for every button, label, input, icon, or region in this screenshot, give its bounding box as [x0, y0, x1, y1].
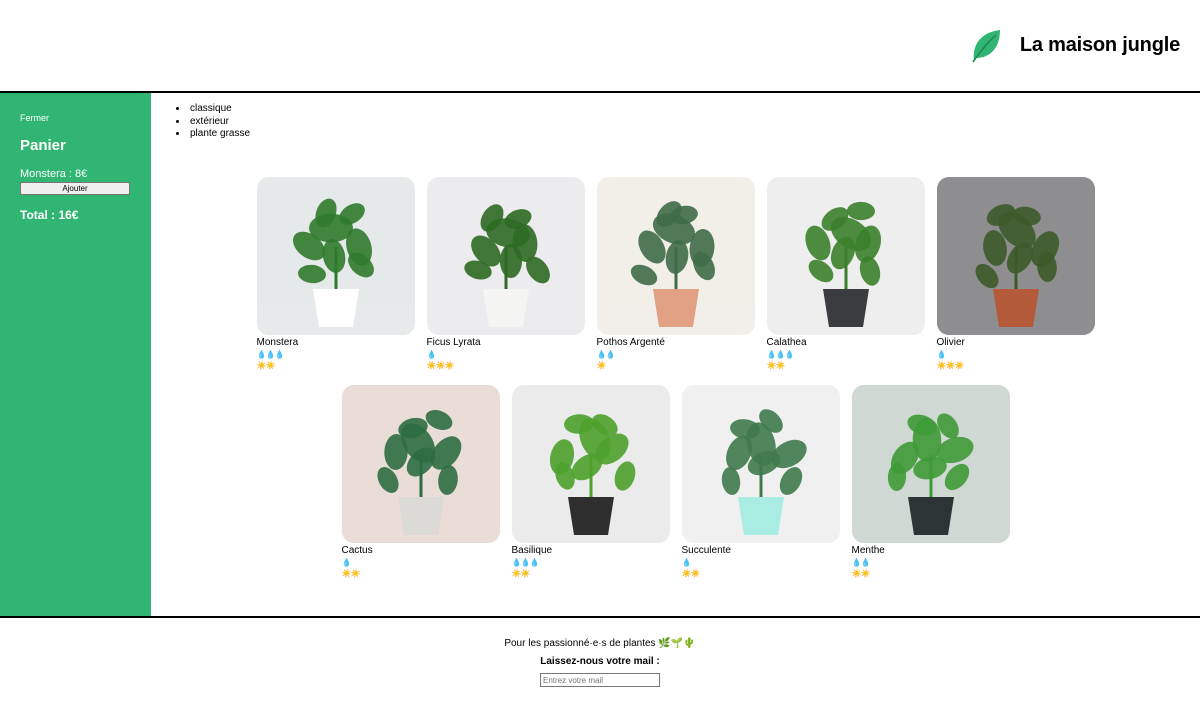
plant-card[interactable]: Ficus Lyrata 💧 ☀️☀️☀️ [426, 177, 585, 385]
plant-name: Menthe [851, 545, 885, 556]
cart-item: Monstera : 8€ [20, 168, 88, 180]
footer-tagline: Pour les passionné·e·s de plantes 🌿🌱🌵 [504, 638, 696, 649]
water-drop-icon: 💧 [529, 558, 539, 567]
sun-icon: ☀️ [860, 569, 870, 578]
plant-photo [766, 177, 925, 335]
light-scale: ☀️☀️ [257, 360, 415, 371]
sun-icon: ☀️ [265, 361, 275, 370]
sun-icon: ☀️ [520, 569, 530, 578]
plant-name: Olivier [936, 337, 965, 348]
water-scale: 💧💧💧 [767, 349, 925, 360]
plant-card[interactable]: Succulente 💧 ☀️☀️ [681, 385, 840, 593]
brand-title: La maison jungle [1019, 33, 1180, 56]
plant-name: Calathea [766, 337, 807, 348]
water-drop-icon: 💧 [860, 558, 870, 567]
cart-sidebar: Fermer Panier Monstera : 8€ Ajouter Tota… [0, 93, 151, 616]
leaf-icon [972, 30, 1000, 63]
plant-name: Pothos Argenté [596, 337, 665, 348]
add-to-cart-button[interactable]: Ajouter [20, 182, 130, 195]
light-scale: ☀️☀️ [682, 568, 840, 579]
water-scale: 💧 [937, 349, 1095, 360]
water-drop-icon: 💧 [605, 350, 615, 359]
light-scale: ☀️☀️ [767, 360, 925, 371]
plant-photo [851, 385, 1010, 543]
light-scale: ☀️ [597, 360, 755, 371]
sun-icon: ☀️ [775, 361, 785, 370]
plant-card[interactable]: Pothos Argenté 💧💧 ☀️ [596, 177, 755, 385]
water-drop-icon: 💧 [274, 350, 284, 359]
water-scale: 💧 [427, 349, 585, 360]
plant-name: Cactus [341, 545, 373, 556]
plant-photo [256, 177, 415, 335]
header: La maison jungle [0, 0, 1200, 93]
water-drop-icon: 💧 [426, 350, 437, 359]
category-item: extérieur [176, 116, 250, 129]
water-scale: 💧 [342, 557, 500, 568]
main-content: classique extérieur plante grasse Monste… [151, 93, 1200, 616]
category-item: plante grasse [176, 128, 250, 141]
plant-photo [596, 177, 755, 335]
plant-card[interactable]: Cactus 💧 ☀️☀️ [341, 385, 500, 593]
footer-email-label: Laissez-nous votre mail : [540, 656, 660, 667]
cart-close-button[interactable]: Fermer [20, 113, 131, 123]
cart-total: Total : 16€ [20, 208, 79, 222]
sun-icon: ☀️ [350, 569, 360, 578]
light-scale: ☀️☀️☀️ [937, 360, 1095, 371]
water-drop-icon: 💧 [681, 558, 692, 567]
water-drop-icon: 💧 [341, 558, 352, 567]
plant-card[interactable]: Calathea 💧💧💧 ☀️☀️ [766, 177, 925, 385]
plant-name: Succulente [681, 545, 731, 556]
plant-card[interactable]: Olivier 💧 ☀️☀️☀️ [936, 177, 1095, 385]
plant-photo [341, 385, 500, 543]
plant-list: Monstera 💧💧💧 ☀️☀️ Ficus Lyrata 💧 ☀️☀️☀️ Pothos… [151, 177, 1200, 593]
sun-icon: ☀️ [690, 569, 700, 578]
plant-card[interactable]: Basilique 💧💧💧 ☀️☀️ [511, 385, 670, 593]
category-list: classique extérieur plante grasse [176, 103, 250, 141]
plant-photo [681, 385, 840, 543]
water-scale: 💧💧 [597, 349, 755, 360]
plant-photo [426, 177, 585, 335]
plant-name: Basilique [511, 545, 553, 556]
sun-icon: ☀️ [954, 361, 964, 370]
light-scale: ☀️☀️ [852, 568, 1010, 579]
sun-icon: ☀️ [444, 361, 454, 370]
water-drop-icon: 💧 [936, 350, 947, 359]
category-item: classique [176, 103, 250, 116]
plant-photo [511, 385, 670, 543]
water-drop-icon: 💧 [784, 350, 794, 359]
cart-title: Panier [20, 137, 66, 154]
light-scale: ☀️☀️ [512, 568, 670, 579]
brand: La maison jungle [970, 26, 1180, 64]
sun-icon: ☀️ [596, 361, 607, 370]
footer: Pour les passionné·e·s de plantes 🌿🌱🌵 La… [0, 616, 1200, 711]
water-scale: 💧💧💧 [257, 349, 415, 360]
plant-name: Ficus Lyrata [426, 337, 481, 348]
plant-card[interactable]: Monstera 💧💧💧 ☀️☀️ [256, 177, 415, 385]
water-scale: 💧💧💧 [512, 557, 670, 568]
plant-card[interactable]: Menthe 💧💧 ☀️☀️ [851, 385, 1010, 593]
water-scale: 💧 [682, 557, 840, 568]
light-scale: ☀️☀️☀️ [427, 360, 585, 371]
email-input[interactable] [540, 673, 660, 687]
water-scale: 💧💧 [852, 557, 1010, 568]
plant-name: Monstera [256, 337, 299, 348]
light-scale: ☀️☀️ [342, 568, 500, 579]
plant-photo [936, 177, 1095, 335]
